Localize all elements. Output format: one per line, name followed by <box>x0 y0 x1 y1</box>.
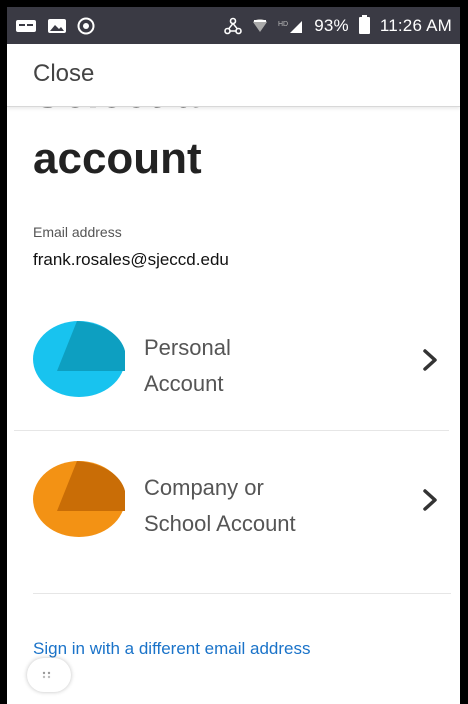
wifi-icon <box>252 18 268 34</box>
close-button[interactable]: Close <box>33 60 94 88</box>
top-app-bar: Close <box>7 44 460 107</box>
battery-icon <box>358 15 370 34</box>
vpn-shield-icon <box>77 17 95 35</box>
personal-account-icon <box>33 319 125 399</box>
email-label: Email address <box>33 224 122 240</box>
svg-text:HD: HD <box>278 21 288 28</box>
company-account-icon <box>33 459 125 539</box>
clock: 11:26 AM <box>379 15 452 35</box>
personal-account-option[interactable]: Personal Account <box>33 314 445 414</box>
chevron-right-icon <box>421 347 439 373</box>
status-bar: HD 93% 11:26 AM <box>7 7 460 44</box>
personal-account-label-line1: Personal <box>144 335 231 360</box>
page-title: account <box>33 134 202 183</box>
signal-icon: HD <box>278 18 304 34</box>
company-account-option[interactable]: Company or School Account <box>33 454 445 554</box>
more-icon <box>42 671 51 679</box>
floating-assist-button[interactable] <box>27 658 71 692</box>
company-account-label-line2: School Account <box>144 511 296 536</box>
sign-in-different-email-link[interactable]: Sign in with a different email address <box>33 639 311 659</box>
account-picker: Select an account Email address frank.ro… <box>7 106 460 704</box>
company-account-label: Company or School Account <box>144 470 364 542</box>
email-value: frank.rosales@sjeccd.edu <box>33 250 229 269</box>
personal-account-label: Personal Account <box>144 330 364 402</box>
battery-percent: 93% <box>314 15 349 35</box>
network-icon <box>224 17 243 35</box>
divider <box>33 593 451 594</box>
message-icon <box>15 18 37 34</box>
chevron-right-icon <box>421 487 439 513</box>
personal-account-label-line2: Account <box>144 371 224 396</box>
company-account-label-line1: Company or <box>144 475 264 500</box>
image-icon <box>47 18 67 34</box>
divider <box>14 430 449 431</box>
heading-scrolled: Select an <box>33 106 226 118</box>
